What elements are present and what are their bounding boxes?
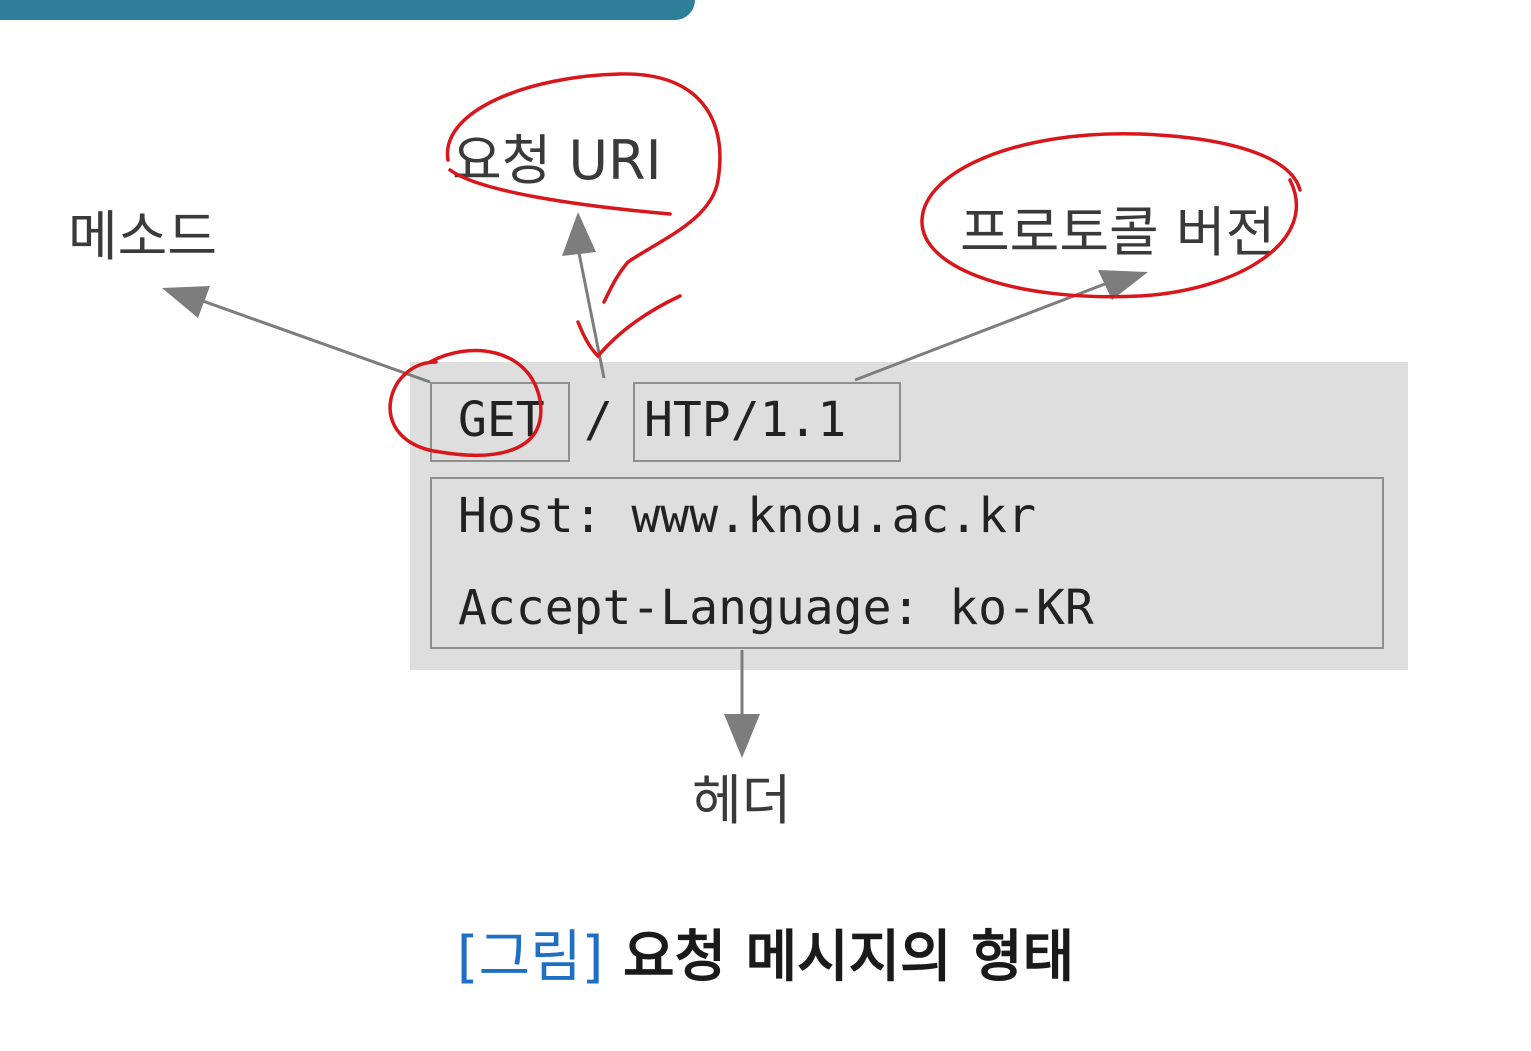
- figure-caption-text: 요청 메시지의 형태: [623, 925, 1075, 990]
- figure-caption: [그림] 요청 메시지의 형태: [0, 912, 1531, 993]
- arrows-and-annotations: [162, 72, 1302, 758]
- uri-arrow-head: [562, 212, 596, 256]
- method-arrow-head: [162, 286, 210, 318]
- figure-tag: [그림]: [456, 925, 604, 990]
- connector-arrows: [162, 212, 1148, 758]
- uri-arrow-line: [576, 247, 606, 379]
- method-annotation-circle: [388, 348, 543, 457]
- method-arrow-line: [199, 298, 431, 384]
- uri-annotation-tail: [448, 168, 672, 216]
- header-arrow-head: [724, 714, 760, 758]
- hand-drawn-annotations: [388, 72, 1302, 457]
